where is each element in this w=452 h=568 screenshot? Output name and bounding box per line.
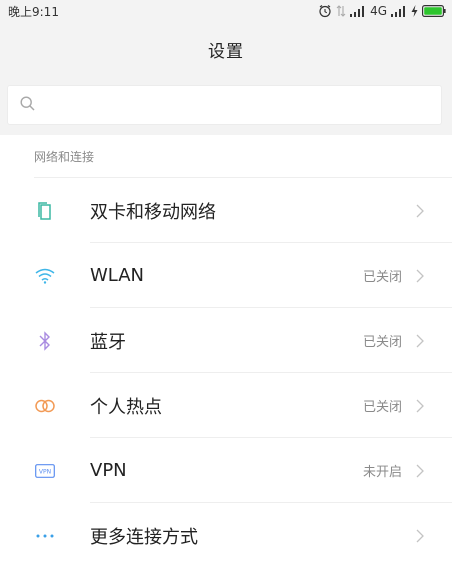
battery-icon bbox=[422, 5, 446, 17]
section-header: 网络和连接 bbox=[0, 135, 452, 177]
hotspot-icon bbox=[33, 394, 57, 418]
settings-item-label: 更多连接方式 bbox=[90, 526, 198, 548]
settings-item-vpn[interactable]: VPN VPN 未开启 bbox=[0, 438, 452, 503]
status-time: 晚上9:11 bbox=[8, 4, 59, 19]
settings-item-status: 未开启 bbox=[362, 465, 402, 480]
settings-item-status: 已关闭 bbox=[362, 335, 402, 350]
status-bar: 晚上9:11 4G bbox=[0, 0, 452, 22]
data-arrows-icon bbox=[336, 4, 346, 18]
page-title: 设置 bbox=[208, 41, 244, 62]
search-input[interactable] bbox=[43, 96, 441, 114]
vpn-icon: VPN bbox=[33, 459, 57, 483]
search-box[interactable] bbox=[7, 85, 442, 125]
settings-item-label: VPN bbox=[90, 460, 127, 481]
chevron-right-icon bbox=[416, 464, 424, 478]
settings-item-label: 蓝牙 bbox=[90, 331, 126, 353]
chevron-right-icon bbox=[416, 334, 424, 348]
settings-item-label: WLAN bbox=[90, 265, 145, 286]
more-icon bbox=[33, 524, 57, 548]
network-type-label: 4G bbox=[370, 4, 387, 18]
search-bar-container bbox=[0, 76, 452, 135]
chevron-right-icon bbox=[416, 399, 424, 413]
signal-icon-1 bbox=[350, 5, 366, 17]
title-bar: 设置 bbox=[0, 22, 452, 76]
chevron-right-icon bbox=[416, 204, 424, 218]
settings-item-wlan[interactable]: WLAN 已关闭 bbox=[0, 243, 452, 308]
chevron-right-icon bbox=[416, 269, 424, 283]
charging-icon bbox=[411, 5, 418, 17]
bluetooth-icon bbox=[33, 329, 57, 353]
settings-list: 双卡和移动网络 WLAN 已关闭 蓝牙 已关闭 个人热点 已关闭 VPN VPN… bbox=[0, 178, 452, 568]
settings-item-bluetooth[interactable]: 蓝牙 已关闭 bbox=[0, 308, 452, 373]
sim-card-icon bbox=[33, 199, 57, 223]
settings-item-label: 个人热点 bbox=[90, 396, 162, 418]
settings-item-more-connections[interactable]: 更多连接方式 bbox=[0, 503, 452, 568]
status-icons: 4G bbox=[318, 4, 446, 18]
svg-text:VPN: VPN bbox=[39, 468, 51, 475]
settings-item-label: 双卡和移动网络 bbox=[90, 201, 216, 223]
chevron-right-icon bbox=[416, 529, 424, 543]
search-icon bbox=[20, 95, 35, 115]
settings-item-status: 已关闭 bbox=[362, 270, 402, 285]
settings-item-status: 已关闭 bbox=[362, 400, 402, 415]
section-title: 网络和连接 bbox=[34, 150, 95, 164]
settings-item-hotspot[interactable]: 个人热点 已关闭 bbox=[0, 373, 452, 438]
alarm-icon bbox=[318, 4, 332, 18]
signal-icon-2 bbox=[391, 5, 407, 17]
wifi-icon bbox=[33, 264, 57, 288]
settings-item-dual-sim[interactable]: 双卡和移动网络 bbox=[0, 178, 452, 243]
